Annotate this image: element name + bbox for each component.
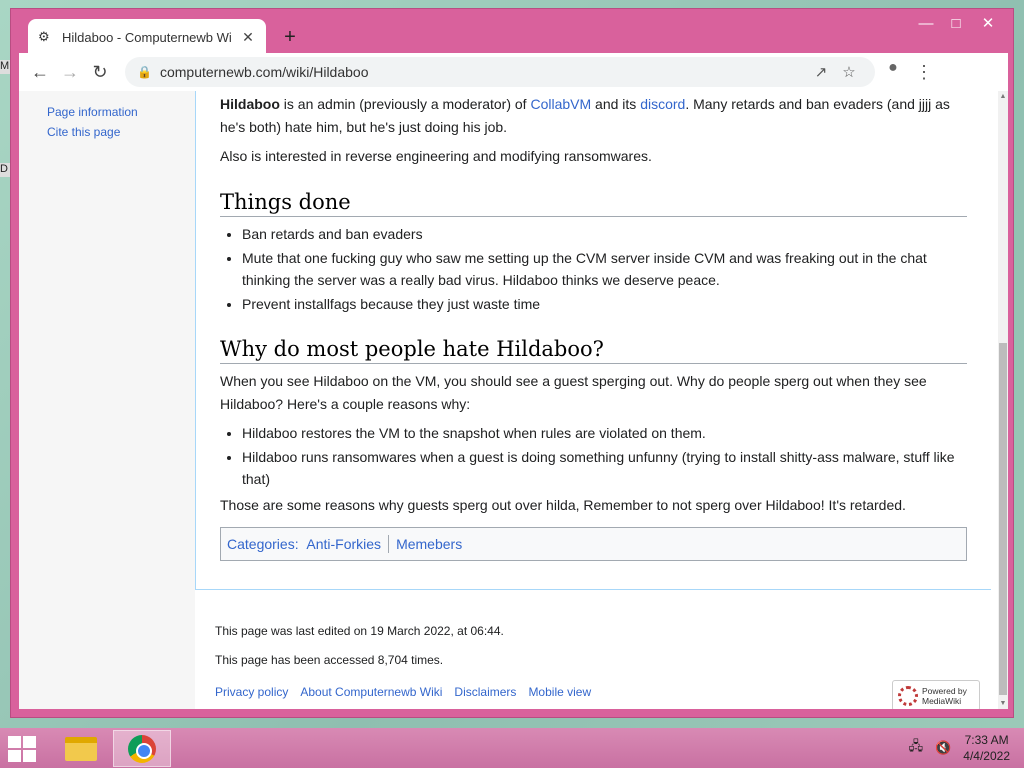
back-arrow-icon[interactable]: ← [25, 57, 55, 87]
mediawiki-logo-icon [898, 685, 918, 706]
intro-paragraph-2: Also is interested in reverse engineerin… [220, 148, 652, 164]
category-separator [388, 535, 390, 553]
categories-colon: : [294, 536, 307, 552]
article-content: Hildaboo is an admin (previously a moder… [195, 91, 991, 590]
things-done-list: Ban retards and ban evaders Mute that on… [242, 223, 967, 315]
browser-tab[interactable]: ⚙ Hildaboo - Computernewb Wiki ✕ [28, 19, 266, 55]
category-links: Categories: Anti-Forkies Memebers [220, 527, 967, 561]
clock-date: 4/4/2022 [963, 749, 1010, 763]
list-item: Prevent installfags because they just wa… [242, 293, 967, 315]
footer-link-mobile-view[interactable]: Mobile view [528, 685, 591, 699]
file-explorer-taskbar-button[interactable] [52, 730, 110, 767]
section-intro: When you see Hildaboo on the VM, you sho… [220, 373, 927, 412]
scroll-up-arrow-icon[interactable]: ▲ [998, 93, 1008, 100]
tab-close-icon[interactable]: ✕ [240, 29, 256, 46]
sidebar-link-cite-this-page[interactable]: Cite this page [47, 125, 138, 139]
favicon-icon: ⚙ [38, 29, 50, 44]
sidebar: Page information Cite this page [19, 91, 195, 709]
tab-title: Hildaboo - Computernewb Wiki [62, 29, 232, 45]
minimize-button[interactable]: — [911, 13, 941, 35]
scrollbar-thumb[interactable] [999, 343, 1007, 695]
reload-icon[interactable]: ↻ [85, 57, 115, 87]
footer-link-disclaimers[interactable]: Disclaimers [454, 685, 516, 699]
footer-link-about[interactable]: About Computernewb Wiki [300, 685, 442, 699]
powered-by-text: Powered by [922, 685, 967, 696]
window-controls: — □ ✕ [911, 13, 1005, 35]
browser-toolbar: ← → ↻ 🔒 computernewb.com/wiki/Hildaboo ↗… [19, 53, 1008, 91]
vertical-scrollbar[interactable]: ▲ ▼ [998, 91, 1008, 709]
maximize-button[interactable]: □ [941, 13, 971, 35]
intro-text: is an admin (previously a moderator) of [279, 96, 531, 112]
category-memebers[interactable]: Memebers [396, 536, 462, 552]
page-viewport: Page information Cite this page Hildaboo… [19, 91, 1008, 709]
section-outro: Those are some reasons why guests sperg … [220, 497, 906, 513]
windows-logo-icon [23, 736, 36, 748]
list-item: Hildaboo restores the VM to the snapshot… [242, 422, 967, 444]
section-heading-things-done: Things done [220, 190, 967, 217]
system-tray: 🖧 🔇 7:33 AM 4/4/2022 [909, 732, 1010, 764]
chrome-icon [128, 734, 156, 763]
star-icon[interactable]: ☆ [835, 63, 863, 81]
category-anti-forkies[interactable]: Anti-Forkies [306, 536, 381, 552]
lock-icon[interactable]: 🔒 [137, 65, 152, 79]
list-item: Hildaboo runs ransomwares when a guest i… [242, 446, 967, 490]
access-count-info: This page has been accessed 8,704 times. [215, 653, 444, 667]
article-subject: Hildaboo [220, 96, 280, 112]
forward-arrow-icon[interactable]: → [55, 57, 85, 87]
address-bar[interactable]: 🔒 computernewb.com/wiki/Hildaboo ↗ ☆ [125, 57, 875, 87]
windows-logo-icon [23, 750, 36, 762]
last-edited-info: This page was last edited on 19 March 20… [215, 624, 504, 638]
start-button[interactable] [8, 736, 38, 762]
new-tab-button[interactable]: + [277, 24, 303, 50]
volume-muted-icon[interactable]: 🔇 [935, 740, 951, 756]
windows-logo-icon [8, 750, 21, 762]
sidebar-link-page-information[interactable]: Page information [47, 105, 138, 119]
collabvm-link[interactable]: CollabVM [530, 96, 591, 112]
clock[interactable]: 7:33 AM 4/4/2022 [963, 732, 1010, 764]
mediawiki-text: MediaWiki [922, 695, 962, 706]
footer-links: Privacy policy About Computernewb Wiki D… [215, 685, 975, 699]
scroll-down-arrow-icon[interactable]: ▼ [998, 700, 1008, 707]
intro-text: and its [591, 96, 641, 112]
folder-icon [65, 736, 97, 761]
profile-icon[interactable]: ● [877, 59, 909, 85]
browser-window: — □ ✕ ⚙ Hildaboo - Computernewb Wiki ✕ +… [10, 8, 1014, 718]
categories-label-link[interactable]: Categories [227, 536, 295, 552]
reasons-list: Hildaboo restores the VM to the snapshot… [242, 422, 967, 490]
list-item: Mute that one fucking guy who saw me set… [242, 247, 967, 291]
kebab-menu-icon[interactable]: ⋮ [909, 62, 939, 83]
taskbar: 🖧 🔇 7:33 AM 4/4/2022 [0, 728, 1024, 768]
chrome-taskbar-button[interactable] [113, 730, 171, 767]
network-icon[interactable]: 🖧 [909, 737, 924, 759]
discord-link[interactable]: discord [640, 96, 685, 112]
powered-by-mediawiki-badge[interactable]: Powered by MediaWiki [892, 680, 980, 709]
url-text[interactable]: computernewb.com/wiki/Hildaboo [160, 64, 807, 80]
footer-link-privacy[interactable]: Privacy policy [215, 685, 288, 699]
share-icon[interactable]: ↗ [807, 63, 835, 81]
list-item: Ban retards and ban evaders [242, 223, 967, 245]
section-heading-why-hate: Why do most people hate Hildaboo? [220, 337, 967, 364]
page-footer: This page was last edited on 19 March 20… [215, 624, 975, 699]
intro-paragraph: Hildaboo is an admin (previously a moder… [220, 93, 967, 139]
windows-logo-icon [8, 736, 21, 748]
clock-time: 7:33 AM [964, 733, 1009, 747]
close-window-button[interactable]: ✕ [971, 13, 1005, 35]
